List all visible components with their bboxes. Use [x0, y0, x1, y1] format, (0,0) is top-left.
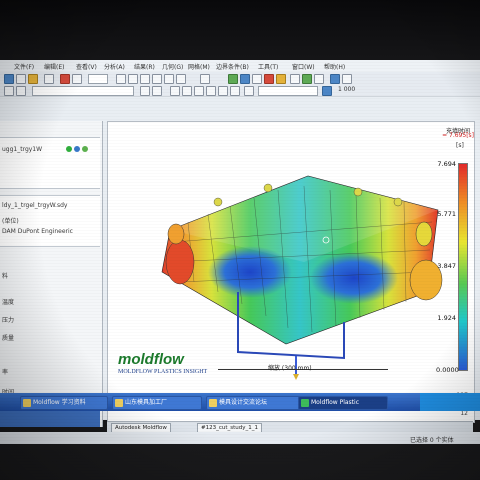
- mesh-count-label: 1 000: [338, 86, 356, 93]
- material-name[interactable]: DAM DuPont Engineeric: [2, 228, 73, 235]
- play-back-icon[interactable]: [182, 86, 192, 96]
- mesh-icon[interactable]: [228, 74, 238, 84]
- legend-tick: 1.924: [437, 314, 456, 322]
- animation-icon[interactable]: [342, 74, 352, 84]
- legend-unit: [s]: [456, 142, 464, 149]
- layers-icon[interactable]: [302, 74, 312, 84]
- measure-icon[interactable]: [200, 74, 210, 84]
- select-icon[interactable]: [116, 74, 126, 84]
- rotate-icon[interactable]: [128, 74, 138, 84]
- view-side-icon[interactable]: [276, 74, 286, 84]
- flow-front-region: [310, 252, 398, 304]
- monitor-screen: 文件(F) 编辑(E) 查看(V) 分析(A) 结果(R) 几何(G) 网格(M…: [0, 60, 480, 444]
- photo-of-monitor: 文件(F) 编辑(E) 查看(V) 分析(A) 结果(R) 几何(G) 网格(M…: [0, 0, 480, 480]
- view-iso-icon[interactable]: [290, 74, 300, 84]
- stop-icon[interactable]: [218, 86, 228, 96]
- frame-combo[interactable]: [258, 86, 318, 96]
- new-file-icon[interactable]: [4, 74, 14, 84]
- first-frame-icon[interactable]: [170, 86, 180, 96]
- status-text: 已选择 0 个实体: [410, 437, 454, 444]
- dropdown-select[interactable]: [88, 74, 108, 84]
- analyze-icon[interactable]: [240, 74, 250, 84]
- menu-help[interactable]: 帮助(H): [324, 62, 345, 71]
- windows-taskbar: Moldflow 学习资料 山东模具加工厂 模具设计交流论坛 Moldflow …: [0, 393, 480, 411]
- taskbar-item[interactable]: Moldflow 学习资料: [20, 396, 108, 410]
- system-tray: [420, 393, 480, 411]
- wireframe-icon[interactable]: [140, 86, 150, 96]
- end-boss-left: [165, 239, 195, 285]
- taskbar-item[interactable]: 山东模具加工厂: [112, 396, 202, 410]
- pause-icon[interactable]: [206, 86, 216, 96]
- tree-item-temperature[interactable]: 温度: [2, 297, 14, 306]
- zoom-window-icon[interactable]: [164, 74, 174, 84]
- menu-window[interactable]: 窗口(W): [292, 62, 315, 71]
- menu-file[interactable]: 文件(F): [14, 62, 34, 71]
- scale-label: 缩放 (300 mm): [268, 365, 312, 372]
- view-number: 12: [460, 410, 468, 417]
- tree-item-material[interactable]: 料: [2, 271, 8, 280]
- print-icon[interactable]: [44, 74, 54, 84]
- view-front-icon[interactable]: [252, 74, 262, 84]
- undo-icon[interactable]: [4, 86, 14, 96]
- play-icon[interactable]: [194, 86, 204, 96]
- tree-item-pressure[interactable]: 压力: [2, 315, 14, 324]
- result-viewport[interactable]: 充填时间 = 7.695[s] [s] 7.694 5.771 3.847 1.…: [107, 121, 475, 423]
- selected-row[interactable]: [0, 411, 100, 427]
- flow-front-region: [208, 246, 292, 298]
- zoom-icon[interactable]: [152, 74, 162, 84]
- menu-view[interactable]: 查看(V): [76, 62, 97, 71]
- redo-icon[interactable]: [16, 86, 26, 96]
- view-top-icon[interactable]: [264, 74, 274, 84]
- result-time: = 7.695[s]: [442, 132, 474, 139]
- tree-item-rate[interactable]: 率: [2, 367, 8, 376]
- last-frame-icon[interactable]: [230, 86, 240, 96]
- tree-item-quality[interactable]: 质量: [2, 333, 14, 342]
- copy-icon[interactable]: [72, 74, 82, 84]
- material-units: (单位): [2, 218, 19, 225]
- menu-boundary[interactable]: 边界条件(B): [216, 62, 249, 71]
- menu-results[interactable]: 结果(R): [134, 62, 155, 71]
- open-file-icon[interactable]: [16, 74, 26, 84]
- injection-point-icon: [293, 374, 299, 380]
- shaded-icon[interactable]: [152, 86, 162, 96]
- study-combo[interactable]: [32, 86, 134, 96]
- status-check-icon: [82, 146, 88, 152]
- pan-icon[interactable]: [140, 74, 150, 84]
- menu-analysis[interactable]: 分析(A): [104, 62, 125, 71]
- secondary-toolbar: 1 000: [0, 84, 480, 97]
- save-icon[interactable]: [28, 74, 38, 84]
- legend-tick: 0.0000: [436, 366, 459, 374]
- legend-tick: 5.771: [437, 210, 456, 218]
- legend-tick: 7.694: [437, 160, 456, 168]
- properties-icon[interactable]: [314, 74, 324, 84]
- part-model[interactable]: [108, 122, 474, 422]
- menu-mesh[interactable]: 网格(M): [188, 62, 210, 71]
- plot-properties-icon[interactable]: [322, 86, 332, 96]
- study-tasks-pane: ugg1_trgy1W ldy_1_trgel_trgyW.sdy (单位) D…: [0, 121, 103, 427]
- project-view: ugg1_trgy1W: [0, 137, 100, 189]
- menu-edit[interactable]: 编辑(E): [44, 62, 64, 71]
- moldflow-logo-subtitle: MOLDFLOW PLASTICS INSIGHT: [118, 369, 208, 375]
- cut-icon[interactable]: [60, 74, 70, 84]
- document-tabs: Autodesk Moldflow #123_cut_study_1_1: [107, 421, 473, 433]
- results-icon[interactable]: [330, 74, 340, 84]
- loop-icon[interactable]: [244, 86, 254, 96]
- legend-tick: 3.847: [437, 262, 456, 270]
- status-green-icon: [66, 146, 72, 152]
- menu-tools[interactable]: 工具(T): [258, 62, 278, 71]
- status-bar: 已选择 0 个实体: [0, 432, 480, 444]
- study-item[interactable]: ldy_1_trgel_trgyW.sdy: [2, 202, 67, 209]
- status-blue-icon: [74, 146, 80, 152]
- project-item[interactable]: ugg1_trgy1W: [2, 146, 42, 153]
- menu-geometry[interactable]: 几何(G): [162, 62, 183, 71]
- moldflow-logo: moldflow: [118, 351, 184, 368]
- color-legend: [458, 163, 468, 371]
- taskbar-item-active[interactable]: Moldflow Plastic: [298, 396, 388, 410]
- study-tree: ldy_1_trgel_trgyW.sdy (单位) DAM DuPont En…: [0, 195, 100, 247]
- taskbar-item[interactable]: 模具设计交流论坛: [206, 396, 300, 410]
- fit-view-icon[interactable]: [176, 74, 186, 84]
